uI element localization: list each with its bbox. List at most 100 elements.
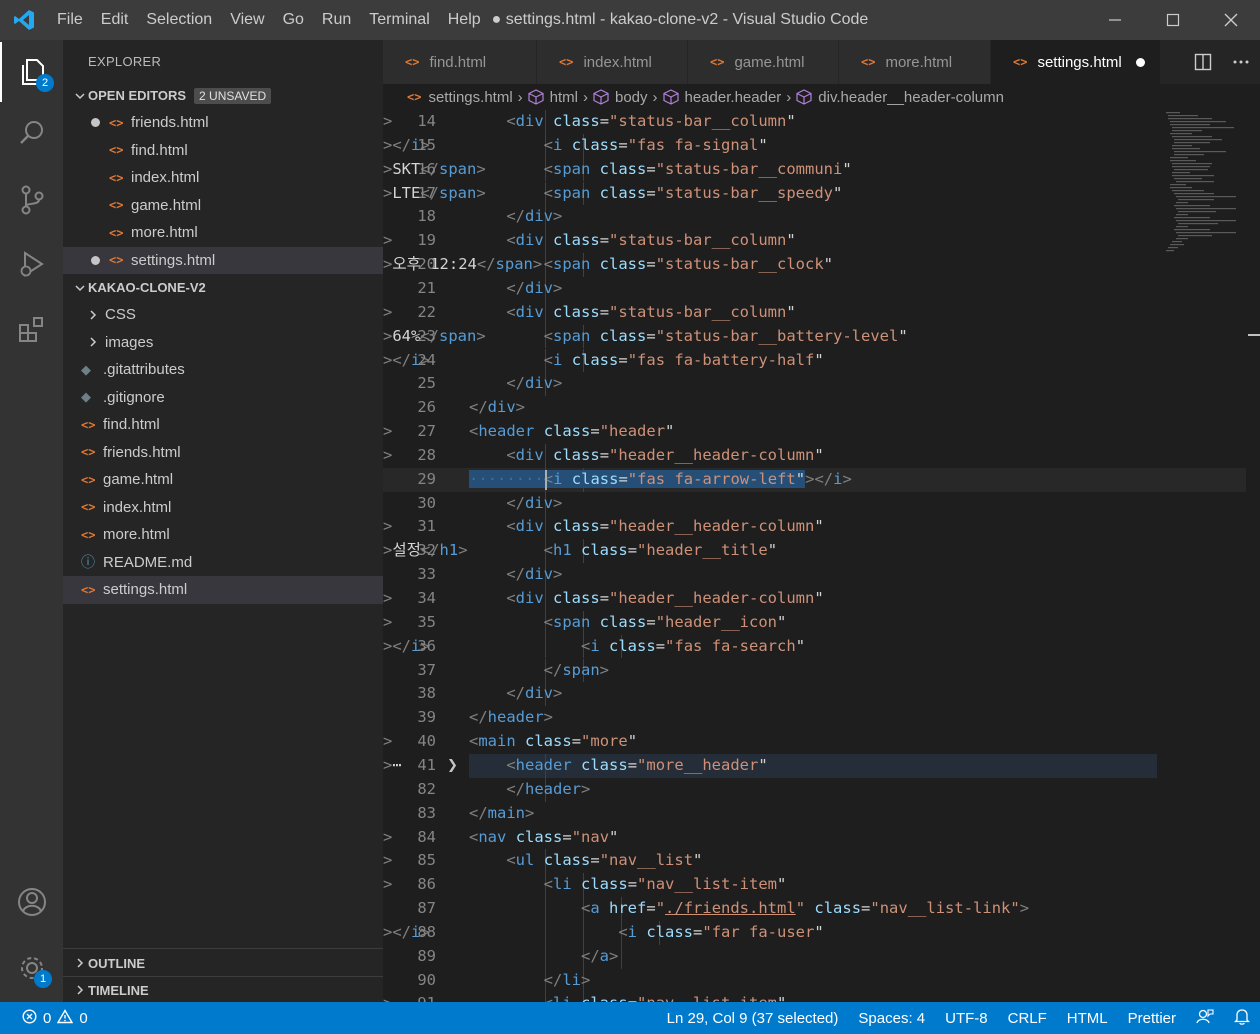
menu-help[interactable]: Help	[439, 0, 490, 40]
folder-item[interactable]: CSS	[63, 301, 383, 329]
breadcrumb-item[interactable]: html	[550, 89, 578, 106]
language-mode[interactable]: HTML	[1057, 1010, 1118, 1027]
file-item[interactable]: ◆ .gitignore	[63, 384, 383, 412]
source-control-activity-button[interactable]	[0, 170, 63, 230]
tab-index[interactable]: <> index.html	[537, 40, 688, 84]
minimap[interactable]	[1160, 110, 1246, 270]
code-line[interactable]: 82 </header>	[383, 777, 1260, 802]
file-item[interactable]: <> friends.html	[63, 439, 383, 467]
search-activity-button[interactable]	[0, 103, 63, 163]
code-line[interactable]: 84 <nav class="nav" >	[383, 826, 1260, 850]
breadcrumb-item[interactable]: header.header	[685, 89, 782, 106]
notifications-bell-icon[interactable]	[1224, 1008, 1260, 1029]
code-line[interactable]: 22 <div class="status-bar__column" >	[383, 300, 1260, 325]
open-editor-item[interactable]: <> game.html	[63, 192, 383, 220]
menu-view[interactable]: View	[221, 0, 273, 40]
code-line[interactable]: 89 </a>	[383, 944, 1260, 969]
code-line[interactable]: 24 <i class="fas fa-battery-half" ></i>	[383, 348, 1260, 373]
code-line[interactable]: 88 <i class="far fa-user" ></i>	[383, 920, 1260, 945]
open-editor-item[interactable]: <> find.html	[63, 137, 383, 165]
code-line[interactable]: 35 <span class="header__icon" >	[383, 610, 1260, 635]
problems-indicator[interactable]: 0 0	[0, 1008, 88, 1028]
code-line[interactable]: 26 </div>	[383, 396, 1260, 420]
breadcrumb-item[interactable]: div.header__header-column	[818, 89, 1004, 106]
code-line[interactable]: 20 <span class="status-bar__clock" >오후 12…	[383, 253, 1260, 277]
feedback-icon[interactable]	[1186, 1008, 1224, 1028]
vertical-scrollbar[interactable]	[1246, 110, 1260, 1002]
code-line[interactable]: 41 ❯ <header class="more__header" >⋯	[383, 753, 1260, 778]
menu-file[interactable]: File	[48, 0, 92, 40]
file-item[interactable]: <> find.html	[63, 411, 383, 439]
minimize-button[interactable]	[1086, 0, 1144, 40]
extensions-activity-button[interactable]	[0, 300, 63, 360]
code-line[interactable]: 83 </main>	[383, 802, 1260, 826]
menu-run[interactable]: Run	[313, 0, 360, 40]
code-line[interactable]: 21 </div>	[383, 276, 1260, 301]
file-item[interactable]: <> more.html	[63, 521, 383, 549]
code-line[interactable]: 17 <span class="status-bar__speedy" >LTE<…	[383, 181, 1260, 206]
file-item[interactable]: ◆ .gitattributes	[63, 356, 383, 384]
project-section[interactable]: KAKAO-CLONE-V2	[63, 274, 383, 301]
encoding[interactable]: UTF-8	[935, 1010, 998, 1027]
accounts-activity-button[interactable]	[0, 872, 63, 932]
close-button[interactable]	[1202, 0, 1260, 40]
code-line[interactable]: 14 <div class="status-bar__column" >	[383, 110, 1260, 134]
breadcrumb-item[interactable]: settings.html	[428, 89, 512, 106]
code-line[interactable]: 29 ········<i class="fas fa-arrow-left"><…	[383, 467, 1260, 492]
code-line[interactable]: 16 <span class="status-bar__communi" >SKT…	[383, 157, 1260, 182]
modified-dot-icon[interactable]	[1135, 57, 1145, 67]
code-line[interactable]: 28 <div class="header__header-column" >	[383, 443, 1260, 468]
breadcrumb-item[interactable]: body	[615, 89, 648, 106]
timeline-section[interactable]: TIMELINE	[63, 976, 383, 1003]
code-line[interactable]: 33 </div>	[383, 563, 1260, 587]
code-line[interactable]: 90 </li>	[383, 968, 1260, 993]
open-editor-item[interactable]: <> more.html	[63, 219, 383, 247]
file-item-active[interactable]: <> settings.html	[63, 576, 383, 604]
run-debug-activity-button[interactable]	[0, 234, 63, 294]
indentation[interactable]: Spaces: 4	[848, 1010, 935, 1027]
open-editor-item[interactable]: <> friends.html	[63, 109, 383, 137]
menu-edit[interactable]: Edit	[92, 0, 138, 40]
code-line[interactable]: 36 <i class="fas fa-search" ></i>	[383, 634, 1260, 659]
tab-find[interactable]: <> find.html	[383, 40, 537, 84]
code-line[interactable]: 91 <li class="nav__list-item">	[383, 992, 1260, 1002]
end-of-line[interactable]: CRLF	[998, 1010, 1057, 1027]
code-line[interactable]: 34 <div class="header__header-column" >	[383, 587, 1260, 611]
explorer-activity-button[interactable]: 2	[0, 42, 63, 102]
cursor-position[interactable]: Ln 29, Col 9 (37 selected)	[657, 1010, 849, 1027]
open-editor-item[interactable]: <> index.html	[63, 164, 383, 192]
code-line[interactable]: 18 </div>	[383, 205, 1260, 230]
code-line[interactable]: 85 <ul class="nav__list" >	[383, 849, 1260, 874]
code-line[interactable]: 86 <li class="nav__list-item" >	[383, 873, 1260, 897]
folder-item[interactable]: images	[63, 329, 383, 357]
open-editor-item-active[interactable]: <> settings.html	[63, 246, 383, 274]
outline-section[interactable]: OUTLINE	[63, 948, 383, 977]
code-line[interactable]: 19 <div class="status-bar__column" >	[383, 229, 1260, 254]
fold-chevron-right-icon[interactable]: ❯	[447, 754, 458, 778]
code-line[interactable]: 27 <header class="header" >	[383, 420, 1260, 444]
code-line[interactable]: 25 </div>	[383, 372, 1260, 397]
code-line[interactable]: 37 </span>	[383, 658, 1260, 683]
formatter[interactable]: Prettier	[1118, 1010, 1186, 1027]
maximize-button[interactable]	[1144, 0, 1202, 40]
menu-terminal[interactable]: Terminal	[360, 0, 438, 40]
menu-selection[interactable]: Selection	[137, 0, 221, 40]
menu-go[interactable]: Go	[274, 0, 313, 40]
code-line[interactable]: 32 <h1 class="header__title" >설정</h1>	[383, 539, 1260, 564]
code-line[interactable]: 87 <a href="./friends.html" class="nav__…	[383, 897, 1260, 921]
code-editor[interactable]: 14 <div class="status-bar__column" >15 <i…	[383, 110, 1260, 1002]
code-line[interactable]: 23 <span class="status-bar__battery-leve…	[383, 324, 1260, 349]
split-editor-icon[interactable]	[1184, 53, 1222, 71]
more-actions-icon[interactable]	[1222, 53, 1260, 71]
code-line[interactable]: 40 <main class="more" >	[383, 730, 1260, 754]
tab-settings[interactable]: <> settings.html	[991, 40, 1161, 84]
manage-activity-button[interactable]: 1	[0, 938, 63, 998]
file-item[interactable]: <> index.html	[63, 494, 383, 522]
open-editors-section[interactable]: OPEN EDITORS 2 UNSAVED	[63, 82, 383, 109]
tab-more[interactable]: <> more.html	[839, 40, 991, 84]
tab-game[interactable]: <> game.html	[688, 40, 839, 84]
code-line[interactable]: 38 </div>	[383, 682, 1260, 707]
file-item[interactable]: ⓘ README.md	[63, 549, 383, 577]
code-line[interactable]: 31 <div class="header__header-column" >	[383, 515, 1260, 540]
code-line[interactable]: 30 </div>	[383, 491, 1260, 516]
